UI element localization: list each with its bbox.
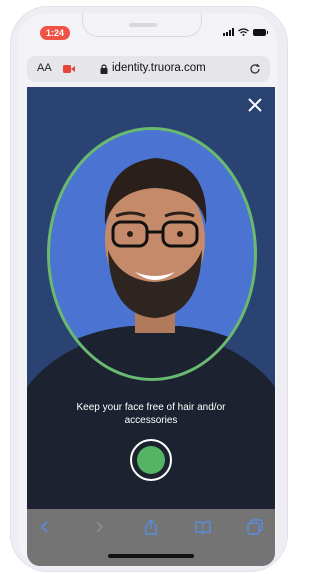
- wifi-icon: [238, 28, 249, 36]
- speaker-grille: [129, 23, 157, 27]
- capture-instruction: Keep your face free of hair and/or acces…: [76, 402, 226, 426]
- tabs-icon[interactable]: [247, 519, 263, 535]
- address-bar[interactable]: AA identity.truora.com: [27, 56, 270, 82]
- capture-button[interactable]: [130, 439, 172, 481]
- reload-icon[interactable]: [248, 62, 262, 76]
- capture-button-inner: [137, 446, 165, 474]
- status-time-badge: 1:24: [40, 26, 70, 40]
- forward-icon[interactable]: [91, 519, 107, 535]
- text-size-button[interactable]: AA: [37, 62, 52, 74]
- url-text[interactable]: identity.truora.com: [112, 62, 206, 74]
- home-indicator[interactable]: [108, 554, 194, 558]
- share-icon[interactable]: [143, 519, 159, 535]
- camera-recording-icon[interactable]: [63, 65, 75, 73]
- signal-icon: [223, 28, 234, 36]
- back-icon[interactable]: [37, 519, 53, 535]
- close-icon[interactable]: [247, 97, 263, 113]
- face-image: [50, 158, 254, 378]
- face-frame-oval: [47, 127, 257, 381]
- battery-icon: [253, 29, 268, 36]
- camera-view: Keep your face free of hair and/or acces…: [27, 87, 275, 509]
- bookmarks-icon[interactable]: [195, 519, 211, 535]
- status-icons: [223, 28, 268, 36]
- notch: [82, 13, 202, 37]
- browser-toolbar: [27, 509, 275, 553]
- lock-icon: [100, 64, 108, 74]
